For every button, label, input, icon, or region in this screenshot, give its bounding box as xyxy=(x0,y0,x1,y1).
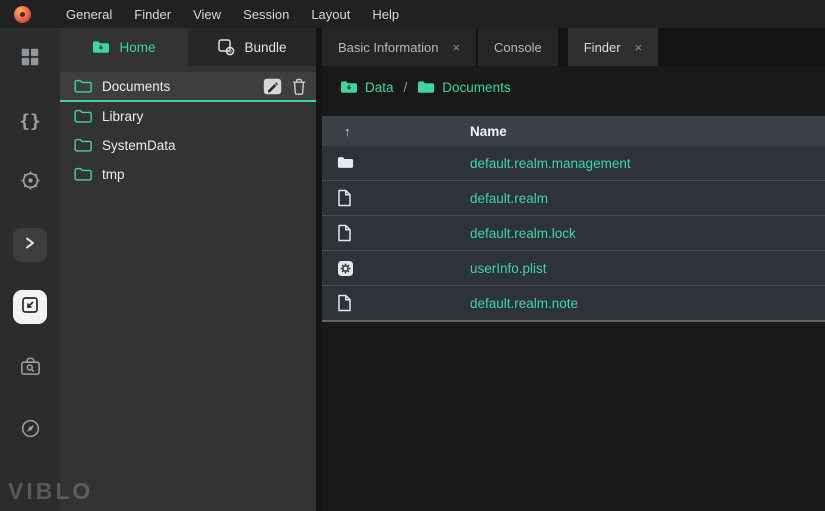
sidebar-item-json[interactable]: {} xyxy=(13,104,47,138)
delete-icon[interactable] xyxy=(292,78,306,95)
main-tab-bar: Basic Information × Console Finder × xyxy=(322,28,825,66)
tab-bundle[interactable]: Bundle xyxy=(188,28,316,66)
menu-item-help[interactable]: Help xyxy=(361,7,410,22)
table-body: default.realm.management default.realm def… xyxy=(322,146,825,322)
menu-item-session[interactable]: Session xyxy=(232,7,300,22)
menu-item-layout[interactable]: Layout xyxy=(300,7,361,22)
tree-item-label: Documents xyxy=(102,79,170,94)
tab-label: Console xyxy=(494,40,542,55)
table-row[interactable]: default.realm.management xyxy=(322,146,825,181)
tree-item-library[interactable]: Library xyxy=(60,102,316,131)
tree-item-systemdata[interactable]: SystemData xyxy=(60,131,316,160)
breadcrumb: Data / Documents xyxy=(322,66,825,108)
panel-tabs: Home Bundle xyxy=(60,28,316,66)
sidebar-item-terminal[interactable] xyxy=(13,228,47,262)
folder-icon xyxy=(74,167,92,182)
file-name: default.realm.note xyxy=(470,296,578,311)
table-row[interactable]: default.realm.note xyxy=(322,286,825,322)
folder-icon xyxy=(340,80,358,95)
braces-icon: {} xyxy=(19,111,41,132)
tab-home[interactable]: Home xyxy=(60,28,188,66)
sidebar-item-network[interactable] xyxy=(13,166,47,200)
menu-item-view[interactable]: View xyxy=(182,7,232,22)
edit-icon[interactable] xyxy=(263,78,282,95)
tree-item-label: Library xyxy=(102,109,143,124)
tree-item-tmp[interactable]: tmp xyxy=(60,160,316,189)
file-name: default.realm.management xyxy=(470,156,631,171)
file-panel: Home Bundle Documents Library SystemData tm… xyxy=(60,28,316,511)
sort-column-header[interactable]: ↑ xyxy=(322,124,470,139)
sidebar-item-case-search[interactable] xyxy=(13,352,47,386)
breadcrumb-separator: / xyxy=(404,80,408,95)
tab-label: Home xyxy=(119,40,155,55)
icon-rail: {} xyxy=(0,28,60,511)
name-column-header[interactable]: Name xyxy=(470,124,507,139)
folder-icon xyxy=(417,80,435,95)
compass-icon xyxy=(19,417,42,445)
file-icon xyxy=(337,189,352,207)
folder-icon xyxy=(74,138,92,153)
dashboard-icon xyxy=(19,46,41,73)
close-tab-icon[interactable]: × xyxy=(452,40,460,55)
home-folder-icon xyxy=(92,40,110,55)
menu-item-general[interactable]: General xyxy=(55,7,123,22)
file-name: default.realm.lock xyxy=(470,226,576,241)
folder-icon xyxy=(74,79,92,94)
gear-circle-icon xyxy=(19,169,42,197)
folder-icon xyxy=(337,156,354,170)
tab-finder[interactable]: Finder × xyxy=(568,28,658,66)
file-icon xyxy=(337,294,352,312)
plist-icon xyxy=(337,260,354,277)
app-window: GeneralFinderViewSessionLayoutHelp {} xyxy=(0,0,825,511)
table-row[interactable]: userInfo.plist xyxy=(322,251,825,286)
tab-console[interactable]: Console xyxy=(478,28,558,66)
menu-item-finder[interactable]: Finder xyxy=(123,7,182,22)
breadcrumb-item-data[interactable]: Data xyxy=(340,80,394,95)
close-tab-icon[interactable]: × xyxy=(635,40,643,55)
breadcrumb-label: Data xyxy=(365,80,394,95)
sidebar-item-finder[interactable] xyxy=(13,290,47,324)
menu-bar: GeneralFinderViewSessionLayoutHelp xyxy=(0,0,825,28)
device-finder-icon xyxy=(20,295,40,320)
sidebar-item-compass[interactable] xyxy=(13,414,47,448)
breadcrumb-label: Documents xyxy=(442,80,510,95)
table-row[interactable]: default.realm xyxy=(322,181,825,216)
menu-items: GeneralFinderViewSessionLayoutHelp xyxy=(55,7,410,22)
terminal-icon xyxy=(20,233,40,258)
tree-item-documents[interactable]: Documents xyxy=(60,72,316,102)
folder-tree: Documents Library SystemData tmp xyxy=(60,66,316,189)
app-logo-icon xyxy=(14,6,31,23)
bundle-icon xyxy=(217,38,235,56)
tree-item-label: tmp xyxy=(102,167,125,182)
folder-icon xyxy=(74,109,92,124)
sort-arrow-icon: ↑ xyxy=(344,124,351,139)
case-search-icon xyxy=(19,355,42,383)
table-row[interactable]: default.realm.lock xyxy=(322,216,825,251)
tab-label: Bundle xyxy=(244,40,286,55)
tab-label: Finder xyxy=(584,40,621,55)
main-area: Basic Information × Console Finder × Data / … xyxy=(316,28,825,511)
tree-item-label: SystemData xyxy=(102,138,176,153)
table-header: ↑ Name xyxy=(322,116,825,146)
tab-basic-information[interactable]: Basic Information × xyxy=(322,28,476,66)
file-table: ↑ Name default.realm.managementdefault.r… xyxy=(322,116,825,322)
file-icon xyxy=(337,224,352,242)
tab-label: Basic Information xyxy=(338,40,438,55)
viblo-watermark: VIBLO xyxy=(8,478,93,505)
breadcrumb-item-documents[interactable]: Documents xyxy=(417,80,510,95)
file-name: userInfo.plist xyxy=(470,261,547,276)
sidebar-item-dashboard[interactable] xyxy=(13,42,47,76)
file-name: default.realm xyxy=(470,191,548,206)
